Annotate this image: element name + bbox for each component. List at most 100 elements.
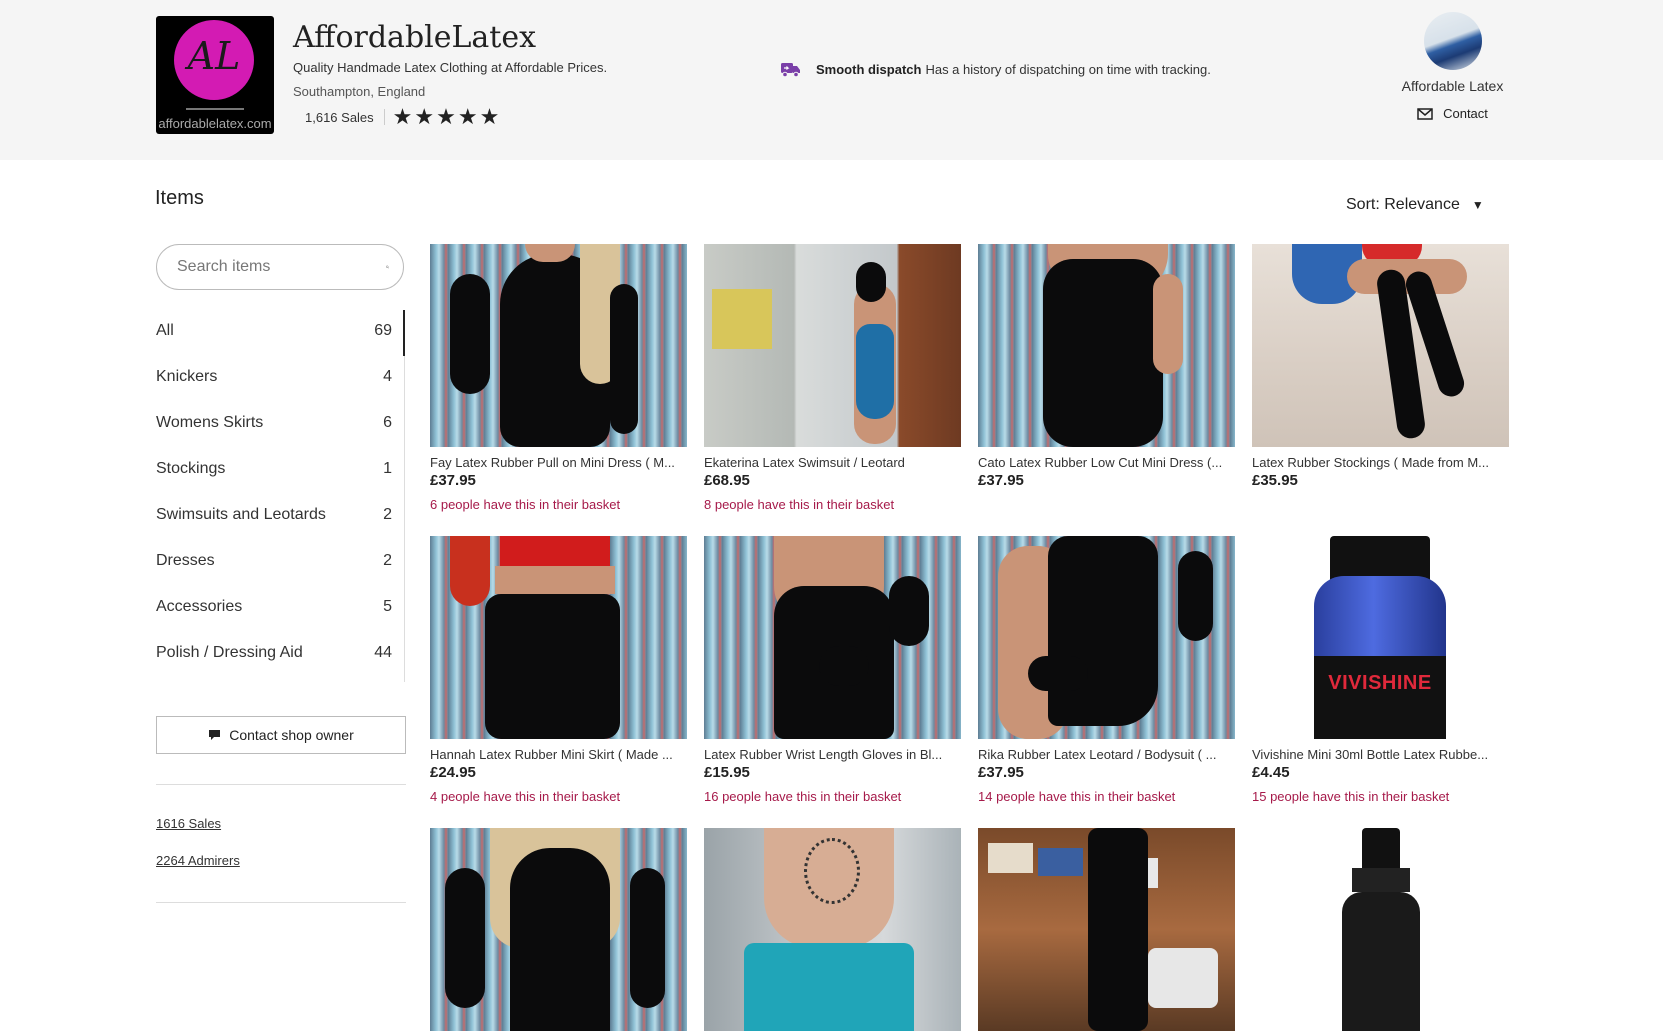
skirt-shape (744, 943, 914, 1031)
logo-url-text: affordablelatex.com (158, 116, 272, 131)
basket-notice: 16 people have this in their basket (704, 789, 902, 804)
listing-image[interactable] (978, 244, 1235, 447)
bottle-brand-text: VIVISHINE (1328, 672, 1432, 694)
listing-price: £37.95 (978, 472, 1024, 489)
sort-dropdown[interactable]: Sort: Relevance ▼ (1346, 196, 1484, 214)
listing-card[interactable] (430, 828, 687, 1031)
category-count: 2 (383, 552, 392, 569)
listing-image[interactable] (978, 536, 1235, 739)
search-icon[interactable] (386, 256, 389, 278)
contact-owner-link[interactable]: Contact (1390, 106, 1515, 121)
listing-price: £37.95 (978, 764, 1024, 781)
listing-title[interactable]: Fay Latex Rubber Pull on Mini Dress ( M.… (430, 455, 687, 470)
listing-card[interactable]: Latex Rubber Stockings ( Made from M... … (1252, 244, 1509, 489)
contact-shop-owner-button[interactable]: Contact shop owner (156, 716, 406, 754)
listing-card[interactable] (1252, 828, 1509, 1031)
listing-title[interactable]: Cato Latex Rubber Low Cut Mini Dress (..… (978, 455, 1235, 470)
listing-title[interactable]: Hannah Latex Rubber Mini Skirt ( Made ..… (430, 747, 687, 762)
category-count: 1 (383, 460, 392, 477)
listing-image[interactable] (704, 244, 961, 447)
star-icon: ★ (479, 104, 500, 129)
window-shape (712, 289, 772, 349)
glove-shape (819, 646, 869, 686)
glove-shape (1028, 656, 1088, 691)
category-item-dresses[interactable]: Dresses 2 (156, 538, 406, 584)
listing-image[interactable] (430, 828, 687, 1031)
admirers-link[interactable]: 2264 Admirers (156, 853, 240, 868)
listing-title[interactable]: Vivishine Mini 30ml Bottle Latex Rubbe..… (1252, 747, 1509, 762)
logo-divider (186, 108, 244, 110)
listing-image[interactable]: VIVISHINE (1252, 536, 1509, 739)
basket-notice: 15 people have this in their basket (1252, 789, 1450, 804)
category-count: 6 (383, 414, 392, 431)
star-icon: ★ (457, 104, 478, 129)
category-label: Swimsuits and Leotards (156, 506, 326, 523)
listing-title[interactable]: Rika Rubber Latex Leotard / Bodysuit ( .… (978, 747, 1235, 762)
listing-card[interactable]: VIVISHINE Vivishine Mini 30ml Bottle Lat… (1252, 536, 1509, 804)
contact-label: Contact (1443, 106, 1488, 121)
listing-image[interactable] (1252, 828, 1509, 1031)
category-item-womens-skirts[interactable]: Womens Skirts 6 (156, 400, 406, 446)
listing-price: £24.95 (430, 764, 476, 781)
listing-title[interactable]: Ekaterina Latex Swimsuit / Leotard (704, 455, 961, 470)
listing-image[interactable] (704, 536, 961, 739)
items-heading: Items (155, 187, 204, 209)
glove-right (610, 284, 638, 434)
envelope-icon (1417, 107, 1433, 120)
category-item-accessories[interactable]: Accessories 5 (156, 584, 406, 630)
category-list: All 69 Knickers 4 Womens Skirts 6 Stockings… (156, 308, 406, 676)
listing-card[interactable]: Cato Latex Rubber Low Cut Mini Dress (..… (978, 244, 1235, 489)
shop-owner: Affordable Latex Contact (1390, 12, 1515, 121)
category-item-polish[interactable]: Polish / Dressing Aid 44 (156, 630, 406, 676)
glove-left (450, 274, 490, 394)
figure-skin (495, 566, 615, 594)
dispatch-info: Smooth dispatch Has a history of dispatc… (780, 60, 1211, 78)
glove-shape (889, 576, 929, 646)
owner-avatar[interactable] (1423, 12, 1482, 70)
listing-title[interactable]: Latex Rubber Stockings ( Made from M... (1252, 455, 1509, 470)
star-icon: ★ (414, 104, 435, 129)
sidebar-divider (156, 902, 406, 903)
listing-card[interactable] (704, 828, 961, 1031)
listing-image[interactable] (430, 244, 687, 447)
basket-notice: 8 people have this in their basket (704, 497, 895, 512)
category-item-knickers[interactable]: Knickers 4 (156, 354, 406, 400)
figure-shape (1088, 828, 1148, 1031)
listing-card[interactable]: Latex Rubber Wrist Length Gloves in Bl..… (704, 536, 961, 804)
listing-image[interactable] (978, 828, 1235, 1031)
search-box[interactable] (156, 244, 404, 290)
dress-figure (1043, 259, 1163, 447)
category-item-swimsuits[interactable]: Swimsuits and Leotards 2 (156, 492, 406, 538)
sales-count: 1,616 Sales (305, 109, 374, 125)
listing-price: £4.45 (1252, 764, 1290, 781)
listing-card[interactable]: Hannah Latex Rubber Mini Skirt ( Made ..… (430, 536, 687, 804)
sales-link[interactable]: 1616 Sales (156, 816, 221, 831)
hair-shape (856, 262, 886, 302)
listing-image[interactable] (1252, 244, 1509, 447)
dispatch-title: Smooth dispatch (816, 61, 922, 77)
category-item-all[interactable]: All 69 (156, 308, 406, 354)
plate-shape (988, 843, 1033, 873)
category-label: Accessories (156, 598, 243, 615)
listing-card[interactable]: Fay Latex Rubber Pull on Mini Dress ( M.… (430, 244, 687, 512)
separator (383, 109, 385, 125)
search-input[interactable] (175, 257, 386, 277)
arm-shape (1153, 274, 1183, 374)
logo-monogram: AL (187, 34, 241, 78)
basket-notice: 4 people have this in their basket (430, 789, 621, 804)
listing-title[interactable]: Latex Rubber Wrist Length Gloves in Bl..… (704, 747, 961, 762)
bottle-body (1342, 892, 1420, 1031)
listing-card[interactable] (978, 828, 1235, 1031)
owner-name[interactable]: Affordable Latex (1390, 78, 1515, 94)
listing-card[interactable]: Rika Rubber Latex Leotard / Bodysuit ( .… (978, 536, 1235, 804)
category-item-stockings[interactable]: Stockings 1 (156, 446, 406, 492)
swimsuit-shape (856, 324, 894, 419)
star-rating[interactable]: ★ ★ ★ ★ ★ (393, 106, 500, 128)
listing-card[interactable]: Ekaterina Latex Swimsuit / Leotard £68.9… (704, 244, 961, 512)
shop-tagline: Quality Handmade Latex Clothing at Affor… (293, 60, 608, 75)
listing-image[interactable] (704, 828, 961, 1031)
shop-logo[interactable]: AL affordablelatex.com (156, 16, 274, 134)
listing-image[interactable] (430, 536, 687, 739)
sales-rating-row: 1,616 Sales ★ ★ ★ ★ ★ (305, 106, 499, 128)
sort-label: Sort: Relevance (1346, 196, 1460, 213)
